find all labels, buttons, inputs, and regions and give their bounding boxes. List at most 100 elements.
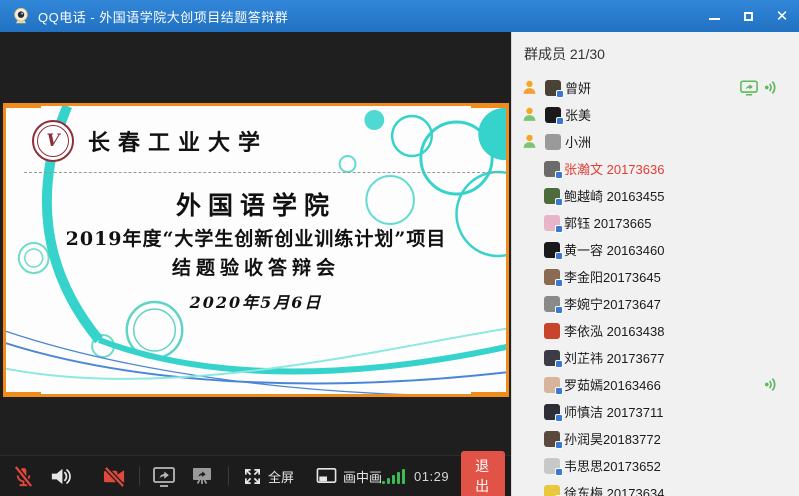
avatar-device-badge bbox=[555, 252, 563, 260]
members-panel: 群成员 21/30 曾妍张美小洲张瀚文 20173636 鲍越崎 20163455… bbox=[511, 32, 799, 496]
member-row[interactable]: 曾妍 bbox=[512, 74, 799, 101]
camera-muted-button[interactable] bbox=[102, 465, 127, 488]
avatar-device-badge bbox=[555, 441, 563, 449]
slide-department: 外国语学院 bbox=[6, 186, 506, 222]
avatar-device-badge bbox=[555, 225, 563, 233]
slide-divider bbox=[24, 172, 500, 173]
toolbar-divider bbox=[228, 466, 229, 486]
member-list: 曾妍张美小洲张瀚文 20173636 鲍越崎 20163455 郭钰 2017366… bbox=[512, 74, 799, 496]
qq-call-window: QQ电话 - 外国语学院大创项目结题答辩群 ✕ bbox=[0, 0, 799, 496]
member-name: 李婉宁20173647 bbox=[564, 294, 661, 313]
fullscreen-label: 全屏 bbox=[268, 467, 294, 486]
speaking-icon bbox=[764, 80, 779, 95]
university-name: 长春工业大学 bbox=[88, 125, 268, 157]
whiteboard-share-button[interactable] bbox=[190, 465, 214, 488]
member-name: 徐东梅 20173634 bbox=[564, 483, 664, 496]
avatar-device-badge bbox=[555, 306, 563, 314]
video-stage: V 长春工业大学 外国语学院 2019年度“大学生创新创业训练计划”项目 结题验… bbox=[0, 32, 511, 496]
signal-strength-icon bbox=[382, 469, 405, 484]
member-name: 李依泓 20163438 bbox=[564, 321, 664, 340]
speaking-icon bbox=[764, 377, 779, 392]
member-avatar bbox=[544, 431, 560, 447]
member-avatar bbox=[544, 188, 560, 204]
member-name: 张美 bbox=[565, 105, 591, 124]
member-avatar bbox=[544, 215, 560, 231]
member-row[interactable]: 罗茹嫣20163466 bbox=[512, 371, 799, 398]
exit-call-button[interactable]: 退出 bbox=[461, 451, 505, 496]
call-timer: 01:29 bbox=[414, 469, 449, 484]
member-name: 张瀚文 20173636 bbox=[564, 159, 664, 178]
member-row[interactable]: 师慎洁 20173711 bbox=[512, 398, 799, 425]
member-name: 罗茹嫣20163466 bbox=[564, 375, 661, 394]
member-row[interactable]: 韦思思20173652 bbox=[512, 452, 799, 479]
minimize-button[interactable] bbox=[707, 9, 721, 23]
member-avatar bbox=[544, 161, 560, 177]
member-name: 韦思思20173652 bbox=[564, 456, 661, 475]
member-avatar bbox=[544, 350, 560, 366]
maximize-button[interactable] bbox=[741, 9, 755, 23]
slide-date: 2020年5月6日 bbox=[6, 289, 506, 313]
member-row[interactable]: 张瀚文 20173636 bbox=[512, 155, 799, 182]
avatar-device-badge bbox=[555, 387, 563, 395]
member-avatar bbox=[544, 377, 560, 393]
avatar-device-badge bbox=[555, 468, 563, 476]
member-row[interactable]: 孙润昊20183772 bbox=[512, 425, 799, 452]
member-row[interactable]: 张美 bbox=[512, 101, 799, 128]
member-name: 刘芷祎 20173677 bbox=[564, 348, 664, 367]
avatar-device-badge bbox=[555, 171, 563, 179]
member-name: 鲍越崎 20163455 bbox=[564, 186, 664, 205]
avatar-device-badge bbox=[555, 198, 563, 206]
screen-share-icon bbox=[740, 80, 758, 96]
pip-button[interactable]: 画中画 bbox=[316, 467, 382, 486]
member-avatar bbox=[544, 296, 560, 312]
titlebar: QQ电话 - 外国语学院大创项目结题答辩群 ✕ bbox=[0, 0, 799, 32]
member-row[interactable]: 李金阳20173645 bbox=[512, 263, 799, 290]
member-avatar bbox=[544, 458, 560, 474]
avatar-device-badge bbox=[555, 279, 563, 287]
member-name: 郭钰 20173665 bbox=[564, 213, 651, 232]
avatar-device-badge bbox=[556, 117, 564, 125]
shared-presentation-slide: V 长春工业大学 外国语学院 2019年度“大学生创新创业训练计划”项目 结题验… bbox=[3, 103, 509, 397]
member-avatar bbox=[544, 485, 560, 496]
member-avatar bbox=[544, 269, 560, 285]
pip-label: 画中画 bbox=[343, 467, 382, 486]
member-presence-icon bbox=[521, 133, 538, 150]
member-name: 黄一容 20163460 bbox=[564, 240, 664, 259]
member-avatar bbox=[544, 242, 560, 258]
member-avatar bbox=[544, 323, 560, 339]
member-row[interactable]: 刘芷祎 20173677 bbox=[512, 344, 799, 371]
university-seal: V bbox=[32, 120, 74, 162]
member-presence-icon bbox=[521, 106, 538, 123]
member-row[interactable]: 鲍越崎 20163455 bbox=[512, 182, 799, 209]
member-row[interactable]: 李依泓 20163438 bbox=[512, 317, 799, 344]
avatar-device-badge bbox=[555, 360, 563, 368]
close-button[interactable]: ✕ bbox=[775, 9, 789, 23]
fullscreen-button[interactable]: 全屏 bbox=[243, 467, 294, 486]
avatar-device-badge bbox=[555, 414, 563, 422]
slide-project-line: 2019年度“大学生创新创业训练计划”项目 bbox=[6, 224, 506, 251]
member-name: 李金阳20173645 bbox=[564, 267, 661, 286]
screen-share-button[interactable] bbox=[152, 465, 176, 488]
member-name: 孙润昊20183772 bbox=[564, 429, 661, 448]
member-name: 师慎洁 20173711 bbox=[564, 402, 664, 421]
avatar-device-badge bbox=[556, 90, 564, 98]
member-name: 小洲 bbox=[565, 132, 591, 151]
window-title: QQ电话 - 外国语学院大创项目结题答辩群 bbox=[38, 7, 707, 26]
member-row[interactable]: 李婉宁20173647 bbox=[512, 290, 799, 317]
speaker-button[interactable] bbox=[49, 465, 72, 488]
member-row[interactable]: 黄一容 20163460 bbox=[512, 236, 799, 263]
member-avatar bbox=[544, 404, 560, 420]
slide-event-line: 结题验收答辩会 bbox=[6, 253, 506, 280]
member-avatar bbox=[545, 107, 561, 123]
mic-muted-button[interactable] bbox=[12, 465, 35, 488]
member-row[interactable]: 郭钰 20173665 bbox=[512, 209, 799, 236]
member-count-header: 群成员 21/30 bbox=[512, 42, 799, 74]
member-avatar bbox=[545, 80, 561, 96]
webcam-icon bbox=[12, 7, 30, 25]
toolbar-divider bbox=[139, 466, 140, 486]
member-row[interactable]: 徐东梅 20173634 bbox=[512, 479, 799, 496]
call-toolbar: 全屏 画中画 01:29 退出 bbox=[0, 455, 511, 496]
member-avatar bbox=[545, 134, 561, 150]
member-row[interactable]: 小洲 bbox=[512, 128, 799, 155]
member-name: 曾妍 bbox=[565, 78, 591, 97]
